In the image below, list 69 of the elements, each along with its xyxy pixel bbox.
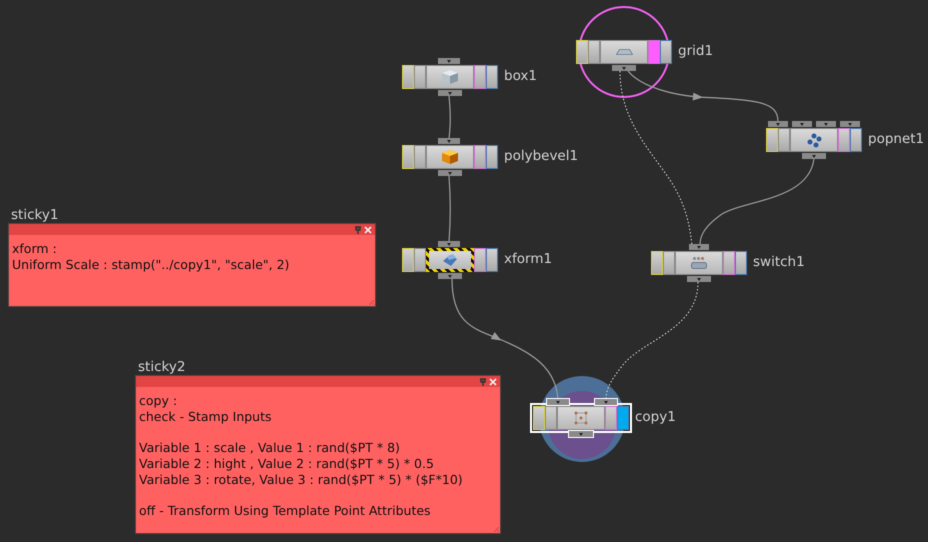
note-line: copy : [139,393,178,409]
render-flag[interactable] [486,65,498,89]
bypass-flag[interactable] [402,145,414,169]
input-connector[interactable] [816,121,836,127]
display-flag[interactable] [474,65,486,89]
input-connector[interactable] [768,121,788,127]
input-connector[interactable] [595,399,617,405]
node-label: switch1 [753,254,805,270]
display-flag[interactable] [474,145,486,169]
node-tile[interactable] [576,40,672,64]
resize-grip-icon[interactable] [494,527,499,532]
node-tile[interactable] [402,65,498,89]
lock-flag[interactable] [414,248,426,272]
node-tile[interactable] [766,128,862,152]
node-tile[interactable] [402,248,498,272]
node-label: box1 [504,68,537,84]
input-connector[interactable] [840,121,860,127]
note-line: Uniform Scale : stamp("../copy1", "scale", 2) [12,257,290,273]
bypass-flag[interactable] [576,40,588,64]
note-title: sticky1 [10,208,58,223]
note-line: xform : [12,241,58,257]
node-label: popnet1 [868,131,924,147]
resize-grip-icon[interactable] [369,300,374,305]
pin-icon[interactable] [354,226,362,234]
output-connector[interactable] [438,170,462,176]
lock-flag[interactable] [663,251,675,275]
note-title: sticky2 [137,360,186,375]
note-line: Variable 3 : rotate, Value 3 : rand($PT * 5) * ($F*10) [139,472,464,488]
input-connector[interactable] [792,121,812,127]
lock-flag[interactable] [545,406,557,430]
input-connector[interactable] [438,138,460,144]
bypass-flag[interactable] [402,65,414,89]
note-line: off - Transform Using Template Point Attributes [139,503,432,519]
note-line: check - Stamp Inputs [139,409,273,425]
render-flag[interactable] [735,251,747,275]
input-connector[interactable] [438,58,460,64]
render-flag[interactable] [486,145,498,169]
note-line: Variable 2 : hight , Value 2 : rand($PT * 5) * 0.5 [139,456,435,472]
render-flag[interactable] [850,128,862,152]
bypass-flag[interactable] [651,251,663,275]
render-flag[interactable] [660,40,672,64]
output-connector[interactable] [687,276,711,282]
node-tile[interactable] [651,251,747,275]
pin-icon[interactable] [479,378,487,386]
output-connector[interactable] [438,90,462,96]
lock-flag[interactable] [778,128,790,152]
node-label: xform1 [504,251,552,267]
node-tile[interactable] [533,406,629,430]
input-connector[interactable] [689,244,709,250]
display-flag[interactable] [474,248,486,272]
lock-flag[interactable] [588,40,600,64]
output-connector[interactable] [612,65,636,71]
input-connector[interactable] [438,241,460,247]
display-flag[interactable] [723,251,735,275]
close-icon[interactable] [489,378,497,386]
node-label: copy1 [635,409,676,425]
output-connector[interactable] [569,431,593,437]
lock-flag[interactable] [414,145,426,169]
output-connector[interactable] [438,273,462,279]
input-connector[interactable] [547,399,569,405]
node-label: polybevel1 [504,148,578,164]
node-label: grid1 [678,43,714,59]
note-line: Variable 1 : scale , Value 1 : rand($PT * 8) [139,440,401,456]
render-flag[interactable] [486,248,498,272]
node-tile[interactable] [402,145,498,169]
lock-flag[interactable] [414,65,426,89]
output-connector[interactable] [802,153,826,159]
bypass-flag[interactable] [402,248,414,272]
close-icon[interactable] [364,226,372,234]
